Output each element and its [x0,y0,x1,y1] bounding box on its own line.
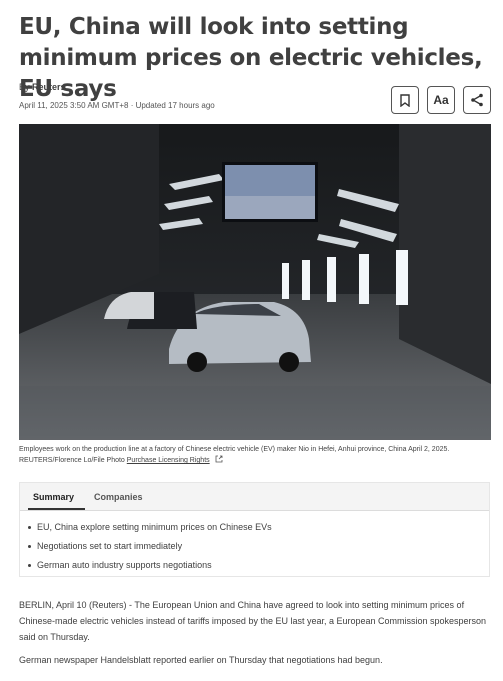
caption-text: Employees work on the production line at… [19,446,450,464]
bookmark-icon [400,93,410,107]
bullet-icon [28,564,31,567]
body-paragraph: German newspaper Handelsblatt reported e… [19,655,383,665]
summary-item-text: EU, China explore setting minimum prices… [37,522,272,532]
bullet-icon [28,545,31,548]
bullet-icon [28,526,31,529]
article-headline: EU, China will look into setting minimum… [19,14,483,102]
summary-item-text: German auto industry supports negotiatio… [37,560,212,570]
font-size-button[interactable]: Aa [427,86,455,114]
image-caption: Employees work on the production line at… [19,444,491,466]
summary-item: EU, China explore setting minimum prices… [28,520,489,539]
summary-item: German auto industry supports negotiatio… [28,558,489,577]
summary-item-text: Negotiations set to start immediately [37,541,183,551]
font-size-label: Aa [433,93,449,107]
byline-prefix: By [19,82,33,92]
summary-box: Summary Companies EU, China explore sett… [19,482,490,577]
byline: By Reuters [19,82,66,92]
external-link-icon [215,455,223,463]
hero-image [19,124,491,440]
bookmark-button[interactable] [391,86,419,114]
dateline: April 11, 2025 3:50 AM GMT+8 · Updated 1… [19,101,215,110]
active-tab-indicator [28,508,85,510]
share-icon [471,93,483,107]
summary-item: Negotiations set to start immediately [28,539,489,558]
tab-companies[interactable]: Companies [94,492,143,502]
summary-tabs: Summary Companies [20,483,489,511]
tab-summary[interactable]: Summary [33,492,74,502]
share-button[interactable] [463,86,491,114]
licensing-link[interactable]: Purchase Licensing Rights [127,457,210,464]
byline-author[interactable]: Reuters [32,82,66,92]
factory-photo [19,124,491,440]
body-paragraph: BERLIN, April 10 (Reuters) - The Europea… [19,600,487,642]
summary-list: EU, China explore setting minimum prices… [20,511,489,577]
